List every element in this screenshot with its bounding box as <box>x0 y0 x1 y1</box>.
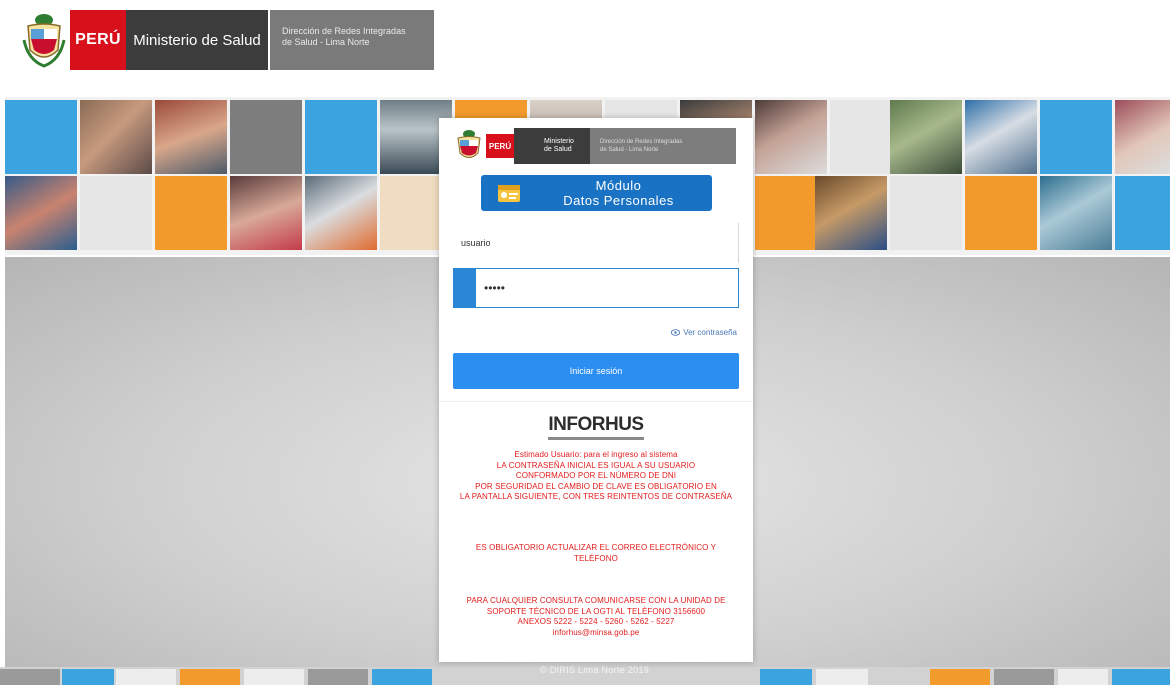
module-title: Módulo <box>595 178 642 193</box>
inforhus-logo: INFORHUS <box>439 414 753 440</box>
notice-line: TELÉFONO <box>574 553 618 563</box>
mosaic-tile <box>5 100 77 174</box>
mosaic-tile <box>1115 176 1170 250</box>
id-card-icon <box>498 185 520 202</box>
directorate-logo: Dirección de Redes Integradas de Salud -… <box>270 10 434 70</box>
notice-line: LA CONTRASEÑA INICIAL ES IGUAL A SU USUA… <box>496 460 696 470</box>
peru-logo: PERÚ <box>70 10 126 70</box>
strip-tile <box>308 669 368 685</box>
mosaic-tile <box>890 176 962 250</box>
notice-support-contact: PARA CUALQUIER CONSULTA COMUNICARSE CON … <box>451 596 741 638</box>
inforhus-tagline-bar <box>548 437 644 440</box>
strip-tile <box>244 669 304 685</box>
module-subtitle: Datos Personales <box>563 193 674 208</box>
coat-of-arms-icon <box>457 130 481 158</box>
mosaic-photo <box>1040 176 1112 250</box>
mosaic-photo <box>755 100 827 174</box>
mosaic-photo <box>230 176 302 250</box>
directorate-line-1: Dirección de Redes Integradas <box>600 139 683 145</box>
ministry-logo: Ministerio de Salud <box>126 10 268 70</box>
copyright-text: © DIRIS Lima Norte 2019 <box>540 665 650 675</box>
strip-tile <box>62 669 114 685</box>
notice-line: LA PANTALLA SIGUIENTE, CON TRES REINTENT… <box>459 492 733 501</box>
mosaic-photo <box>5 176 77 250</box>
notice-initial-password: Estimado Usuario: para el ingreso al sis… <box>451 450 741 503</box>
strip-tile <box>372 669 432 685</box>
ministry-logo: Ministerio de Salud <box>514 128 590 164</box>
strip-tile <box>994 669 1054 685</box>
password-field-accent <box>454 269 476 307</box>
notice-line: CONFORMADO POR EL NÚMERO DE DNI <box>515 471 677 480</box>
mosaic-photo <box>1115 100 1170 174</box>
module-banner: Módulo Datos Personales <box>481 175 712 211</box>
show-password-label: Ver contraseña <box>683 328 737 337</box>
coat-of-arms-icon <box>22 14 66 68</box>
inforhus-wordmark: INFORHUS <box>548 414 644 435</box>
strip-tile <box>180 669 240 685</box>
card-header-logo: PERÚ Ministerio de Salud Dirección de Re… <box>454 128 736 164</box>
directorate-logo: Dirección de Redes Integradas de Salud -… <box>590 128 736 164</box>
strip-tile <box>930 669 990 685</box>
mosaic-photo <box>155 100 227 174</box>
strip-tile <box>816 669 868 685</box>
mosaic-tile <box>965 176 1037 250</box>
divider <box>439 401 753 402</box>
mosaic-tile <box>155 176 227 250</box>
site-header: PERÚ Ministerio de Salud Dirección de Re… <box>0 0 1170 92</box>
mosaic-tile <box>230 100 302 174</box>
notice-line: ES OBLIGATORIO ACTUALIZAR EL CORREO ELEC… <box>475 543 717 552</box>
notice-line: PARA CUALQUIER CONSULTA COMUNICARSE CON … <box>466 596 726 605</box>
login-card: PERÚ Ministerio de Salud Dirección de Re… <box>439 118 753 662</box>
notice-line: Estimado Usuario: para el ingreso al sis… <box>514 450 678 459</box>
password-input[interactable] <box>476 269 738 307</box>
peru-logo: PERÚ <box>486 134 514 158</box>
show-password-toggle[interactable]: Ver contraseña <box>671 328 737 337</box>
mosaic-photo <box>965 100 1037 174</box>
mosaic-tile <box>1040 100 1112 174</box>
strip-tile <box>0 669 60 685</box>
ministry-line-2: de Salud <box>544 146 572 153</box>
password-field[interactable] <box>453 268 739 308</box>
support-email-link[interactable]: inforhus@minsa.gob.pe <box>451 628 741 639</box>
notice-update-contact: ES OBLIGATORIO ACTUALIZAR EL CORREO ELEC… <box>451 543 741 564</box>
ministry-line-1: Ministerio <box>544 138 574 145</box>
notice-line: SOPORTE TÉCNICO DE LA OGTI AL TELÉFONO 3… <box>486 606 706 616</box>
directorate-line-2: de Salud - Lima Norte <box>600 147 659 153</box>
mosaic-photo <box>815 176 887 250</box>
username-field[interactable] <box>453 223 739 263</box>
notice-line: POR SEGURIDAD EL CAMBIO DE CLAVE ES OBLI… <box>475 481 717 491</box>
directorate-line-1: Dirección de Redes Integradas <box>282 26 406 36</box>
mosaic-photo <box>305 176 377 250</box>
strip-tile <box>1058 669 1108 685</box>
username-input[interactable] <box>453 223 738 263</box>
notice-line: ANEXOS 5222 - 5224 - 5260 - 5262 - 5227 <box>517 617 675 626</box>
mosaic-photo <box>890 100 962 174</box>
login-button[interactable]: Iniciar sesión <box>453 353 739 389</box>
directorate-line-2: de Salud - Lima Norte <box>282 37 370 47</box>
mosaic-tile <box>80 176 152 250</box>
mosaic-photo <box>80 100 152 174</box>
strip-tile <box>760 669 812 685</box>
mosaic-tile <box>305 100 377 174</box>
eye-icon <box>671 329 681 336</box>
strip-tile <box>116 669 176 685</box>
strip-tile <box>1112 669 1170 685</box>
